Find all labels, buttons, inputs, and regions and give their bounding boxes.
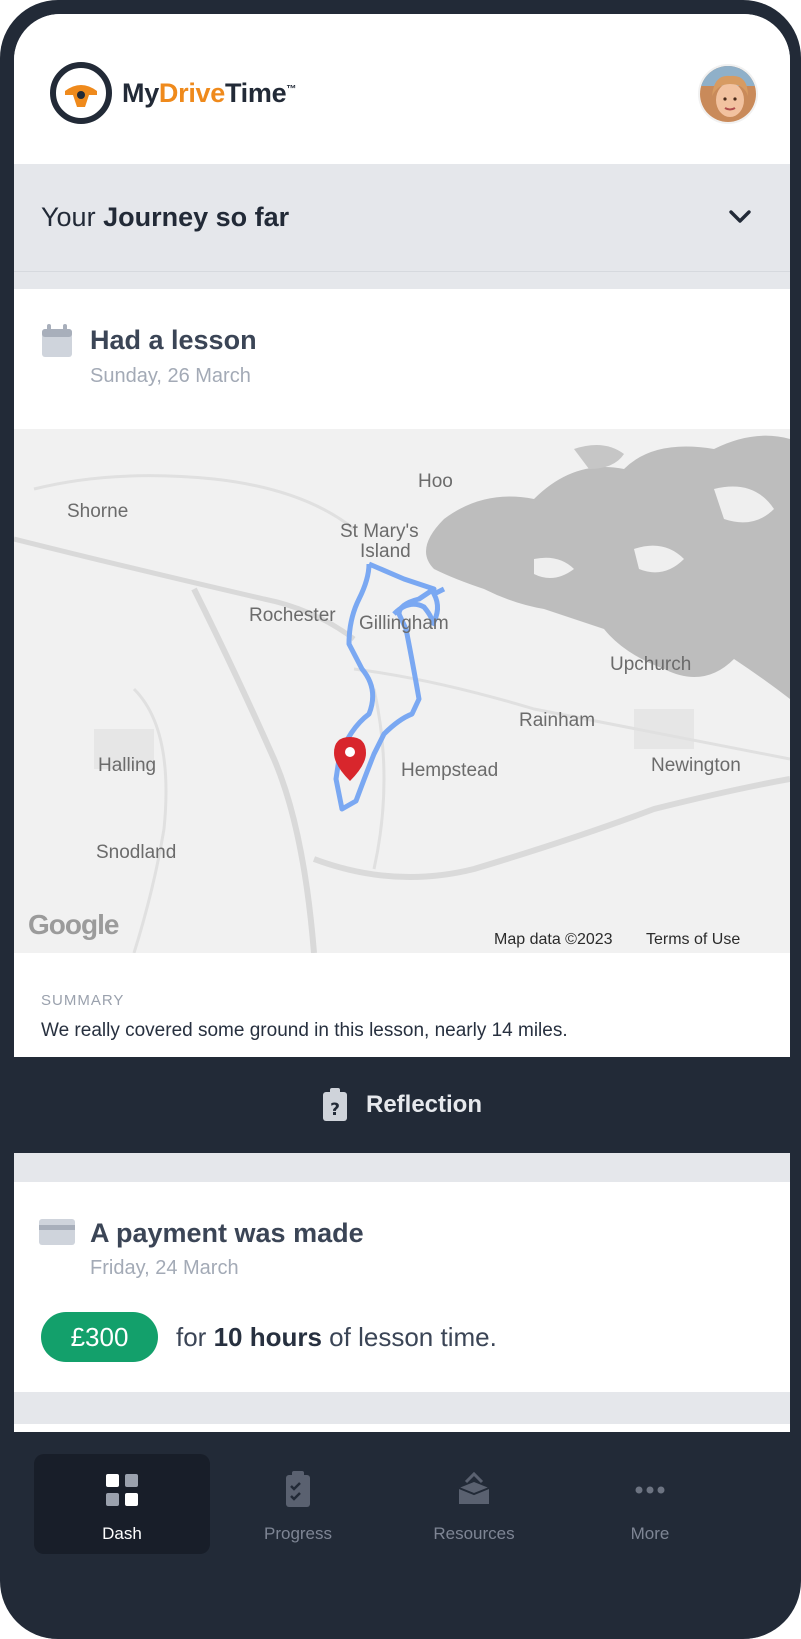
route-map[interactable]: Hoo Shorne St Mary's Island Rochester Gi…: [14, 429, 790, 953]
credit-card-icon: [39, 1219, 75, 1245]
google-logo[interactable]: Google: [28, 909, 119, 941]
map-label-rochester: Rochester: [249, 605, 336, 626]
payment-date: Friday, 24 March: [90, 1257, 239, 1279]
clipboard-question-icon: ?: [322, 1088, 347, 1121]
map-data-attribution: Map data ©2023: [494, 931, 613, 948]
nav-more-label: More: [630, 1524, 670, 1543]
payment-amount-badge: £300: [41, 1312, 158, 1362]
nav-progress-label: Progress: [263, 1524, 333, 1543]
steering-wheel-logo-icon: [50, 62, 112, 124]
nav-dash-label: Dash: [102, 1524, 142, 1543]
map-label-rainham: Rainham: [519, 710, 596, 731]
avatar-photo: [700, 66, 756, 122]
chevron-down-icon[interactable]: [728, 208, 752, 226]
bottom-navigation: Dash Progress Resources More: [14, 1432, 790, 1639]
logo-my: My: [122, 77, 159, 108]
logo-time: Time: [224, 77, 287, 108]
map-label-hempstead: Hempstead: [401, 760, 499, 781]
svg-text:?: ?: [330, 1100, 340, 1120]
logo-wordmark: MyDriveTime™: [122, 78, 296, 109]
nav-more[interactable]: More: [562, 1454, 738, 1554]
app-header: MyDriveTime™: [14, 14, 790, 164]
payment-card: A payment was made Friday, 24 March £300…: [14, 1182, 790, 1392]
lesson-date: Sunday, 26 March: [90, 365, 251, 387]
user-avatar[interactable]: [698, 64, 758, 124]
calendar-icon: [42, 324, 72, 357]
logo-trademark: ™: [286, 83, 297, 95]
box-icon: [458, 1471, 490, 1504]
terms-of-use-link[interactable]: Terms of Use: [646, 931, 740, 949]
payment-note-suffix: of lesson time.: [321, 1322, 497, 1352]
map-label-gillingham: Gillingham: [359, 613, 449, 634]
more-dots-icon: [635, 1486, 665, 1494]
map-label-st-marys: St Mary's: [340, 521, 419, 542]
nav-dash[interactable]: Dash: [34, 1454, 210, 1554]
clipboard-check-icon: [286, 1471, 310, 1507]
lesson-card: Had a lesson Sunday, 26 March Hoo Shorne…: [14, 289, 790, 1057]
nav-resources[interactable]: Resources: [386, 1454, 562, 1554]
map-label-island: Island: [360, 541, 411, 562]
phone-frame: MyDriveTime™ Your Journey so far Had a l…: [0, 0, 801, 1639]
reflection-button[interactable]: ? Reflection: [14, 1057, 790, 1153]
payment-note-hours: 10 hours: [213, 1322, 322, 1352]
logo-drive: Drive: [158, 77, 225, 108]
mydrivetime-logo[interactable]: MyDriveTime™: [49, 61, 296, 125]
nav-resources-label: Resources: [433, 1524, 515, 1543]
app-screen: MyDriveTime™ Your Journey so far Had a l…: [14, 14, 790, 1639]
lesson-title: Had a lesson: [90, 325, 257, 355]
reflection-content: ? Reflection: [322, 1088, 482, 1122]
map-label-snodland: Snodland: [96, 842, 177, 863]
payment-title: A payment was made: [90, 1218, 364, 1248]
grid-icon: [106, 1474, 138, 1506]
journey-title-bold: Journey so far: [103, 202, 290, 232]
payment-note-prefix: for: [176, 1322, 214, 1352]
journey-prefix: Your: [41, 202, 104, 232]
map-label-halling: Halling: [98, 755, 157, 776]
journey-title: Your Journey so far: [41, 202, 289, 233]
map-canvas: [14, 435, 790, 953]
summary-label: SUMMARY: [41, 992, 125, 1009]
map-label-newington: Newington: [651, 755, 741, 776]
payment-note: for 10 hours of lesson time.: [176, 1322, 497, 1353]
summary-text: We really covered some ground in this le…: [41, 1020, 568, 1041]
map-label-shorne: Shorne: [67, 501, 129, 522]
map-label-hoo: Hoo: [418, 471, 453, 492]
map-label-upchurch: Upchurch: [610, 654, 692, 675]
nav-progress[interactable]: Progress: [210, 1454, 386, 1554]
reflection-label: Reflection: [365, 1091, 482, 1118]
journey-dropdown[interactable]: Your Journey so far: [14, 164, 790, 272]
